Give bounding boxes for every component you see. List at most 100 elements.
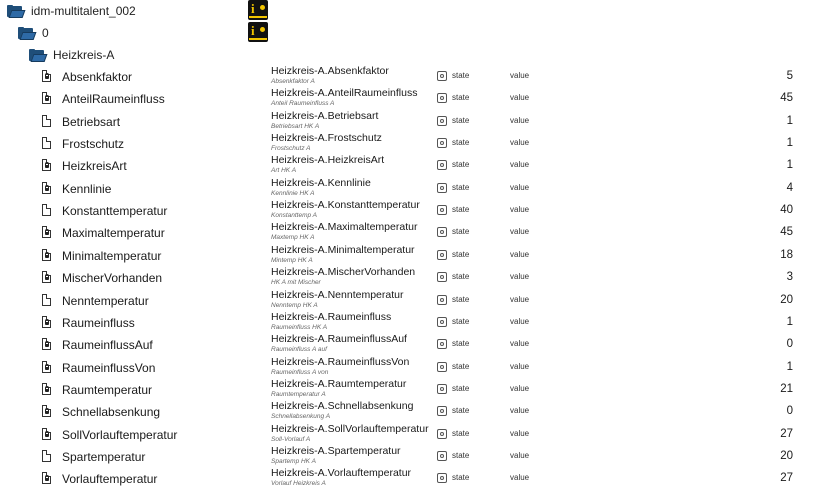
state-name[interactable]: Raumeinfluss — [62, 316, 135, 330]
state-role: state — [452, 249, 470, 259]
state-value[interactable]: 18 — [780, 249, 793, 261]
state-row[interactable]: Raumtemperatur Heizkreis-A.Raumtemperatur… — [0, 378, 813, 401]
state-name[interactable]: MischerVorhanden — [62, 271, 162, 285]
state-name[interactable]: RaumeinflussAuf — [62, 338, 153, 352]
state-description: Vorlauf Heizkreis A — [271, 480, 326, 488]
role-state-icon — [437, 339, 447, 350]
state-name[interactable]: Betriebsart — [62, 115, 120, 129]
state-description: Maxtemp HK A — [271, 234, 315, 242]
state-type: value — [510, 473, 530, 483]
state-role: state — [452, 406, 470, 416]
state-value[interactable]: 1 — [787, 316, 793, 328]
role-state-icon — [437, 160, 447, 171]
state-name[interactable]: Maximaltemperatur — [62, 226, 165, 240]
state-role: state — [452, 294, 470, 304]
state-type: value — [510, 316, 530, 326]
state-value[interactable]: 5 — [787, 70, 793, 82]
tree-node-instance[interactable]: 0 — [18, 22, 49, 44]
state-row[interactable]: AnteilRaumeinfluss Heizkreis-A.AnteilRaum… — [0, 87, 813, 110]
state-id: Heizkreis-A.AnteilRaumeinfluss — [271, 87, 418, 100]
state-name[interactable]: RaumeinflussVon — [62, 361, 155, 375]
folder-open-icon[interactable] — [18, 26, 37, 40]
state-row[interactable]: Maximaltemperatur Heizkreis-A.Maximaltemp… — [0, 221, 813, 244]
state-description: Raumeinfluss A auf — [271, 346, 327, 354]
state-row[interactable]: Betriebsart Heizkreis-A.Betriebsart Betrie… — [0, 110, 813, 133]
state-row[interactable]: Absenkfaktor Heizkreis-A.Absenkfaktor Abse… — [0, 65, 813, 88]
state-name[interactable]: Spartemperatur — [62, 450, 145, 464]
state-id: Heizkreis-A.Frostschutz — [271, 132, 382, 145]
state-name[interactable]: SollVorlauftemperatur — [62, 428, 177, 442]
state-row[interactable]: Vorlauftemperatur Heizkreis-A.Vorlauftemp… — [0, 467, 813, 490]
state-row[interactable]: Spartemperatur Heizkreis-A.Spartemperatur… — [0, 445, 813, 468]
idm-logo-icon: i — [248, 0, 268, 20]
state-name[interactable]: Frostschutz — [62, 137, 124, 151]
role-state-icon — [437, 71, 447, 81]
tree-node-adapter[interactable]: idm-multitalent_002 — [7, 0, 136, 22]
state-description: Spartemp HK A — [271, 457, 316, 465]
state-row[interactable]: Minimaltemperatur Heizkreis-A.Minimaltemp… — [0, 244, 813, 267]
state-value[interactable]: 3 — [787, 271, 793, 283]
locked-file-icon — [42, 338, 51, 351]
state-name[interactable]: HeizkreisArt — [62, 159, 127, 173]
state-type: value — [510, 227, 530, 237]
state-value[interactable]: 21 — [780, 383, 793, 395]
state-role: state — [452, 71, 470, 80]
state-type: value — [510, 205, 530, 215]
state-value[interactable]: 1 — [787, 137, 793, 149]
state-value[interactable]: 1 — [787, 159, 793, 171]
state-row[interactable]: SollVorlauftemperatur Heizkreis-A.SollVor… — [0, 423, 813, 446]
state-value[interactable]: 1 — [787, 115, 793, 127]
state-name[interactable]: Minimaltemperatur — [62, 249, 161, 263]
state-value[interactable]: 45 — [780, 92, 793, 104]
state-row[interactable]: RaumeinflussAuf Heizkreis-A.RaumeinflussA… — [0, 333, 813, 356]
state-type: value — [510, 115, 530, 125]
state-row[interactable]: HeizkreisArt Heizkreis-A.HeizkreisArt Art … — [0, 154, 813, 177]
state-value[interactable]: 0 — [787, 405, 793, 417]
state-name[interactable]: Raumtemperatur — [62, 383, 152, 397]
state-value[interactable]: 27 — [780, 472, 793, 484]
state-name[interactable]: Nenntemperatur — [62, 294, 149, 308]
state-value[interactable]: 20 — [780, 294, 793, 306]
state-row[interactable]: Nenntemperatur Heizkreis-A.Nenntemperatur… — [0, 289, 813, 312]
role-state-icon — [437, 227, 447, 238]
state-value[interactable]: 40 — [780, 204, 793, 216]
state-row[interactable]: Kennlinie Heizkreis-A.Kennlinie Kennlinie … — [0, 177, 813, 200]
state-row[interactable]: RaumeinflussVon Heizkreis-A.RaumeinflussV… — [0, 356, 813, 379]
locked-file-icon — [42, 181, 51, 194]
state-row[interactable]: Konstanttemperatur Heizkreis-A.Konstantte… — [0, 199, 813, 222]
state-value[interactable]: 45 — [780, 226, 793, 238]
state-value[interactable]: 20 — [780, 450, 793, 462]
state-row[interactable]: Schnellabsenkung Heizkreis-A.Schnellabsen… — [0, 400, 813, 423]
folder-open-icon[interactable] — [29, 48, 48, 62]
locked-file-icon — [42, 271, 51, 284]
tree-node-channel[interactable]: Heizkreis-A — [29, 44, 114, 66]
state-name[interactable]: Vorlauftemperatur — [62, 472, 157, 486]
state-row[interactable]: MischerVorhanden Heizkreis-A.MischerVorha… — [0, 266, 813, 289]
state-row[interactable]: Frostschutz Heizkreis-A.Frostschutz Frosts… — [0, 132, 813, 155]
state-description: Mintemp HK A — [271, 256, 313, 264]
state-row[interactable]: Raumeinfluss Heizkreis-A.Raumeinfluss Raum… — [0, 311, 813, 334]
state-name[interactable]: Absenkfaktor — [62, 70, 132, 84]
state-description: Kennlinie HK A — [271, 189, 315, 197]
locked-file-icon — [42, 248, 51, 261]
role-state-icon — [437, 272, 447, 283]
state-role: state — [452, 138, 470, 148]
state-value[interactable]: 4 — [787, 182, 793, 194]
state-id: Heizkreis-A.RaumeinflussAuf — [271, 333, 407, 346]
state-description: Schnellabsenkung A — [271, 413, 331, 421]
state-id: Heizkreis-A.Absenkfaktor — [271, 65, 389, 77]
state-name[interactable]: Konstanttemperatur — [62, 204, 167, 218]
state-value[interactable]: 27 — [780, 428, 793, 440]
state-value[interactable]: 1 — [787, 361, 793, 373]
folder-open-icon[interactable] — [7, 4, 26, 18]
state-name[interactable]: Kennlinie — [62, 182, 111, 196]
state-name[interactable]: AnteilRaumeinfluss — [62, 92, 165, 106]
state-value[interactable]: 0 — [787, 338, 793, 350]
state-type: value — [510, 406, 530, 416]
state-id: Heizkreis-A.HeizkreisArt — [271, 154, 385, 167]
state-name[interactable]: Schnellabsenkung — [62, 405, 160, 419]
role-state-icon — [437, 473, 447, 484]
locked-file-icon — [42, 472, 51, 485]
locked-file-icon — [42, 382, 51, 395]
state-type: value — [510, 361, 530, 371]
